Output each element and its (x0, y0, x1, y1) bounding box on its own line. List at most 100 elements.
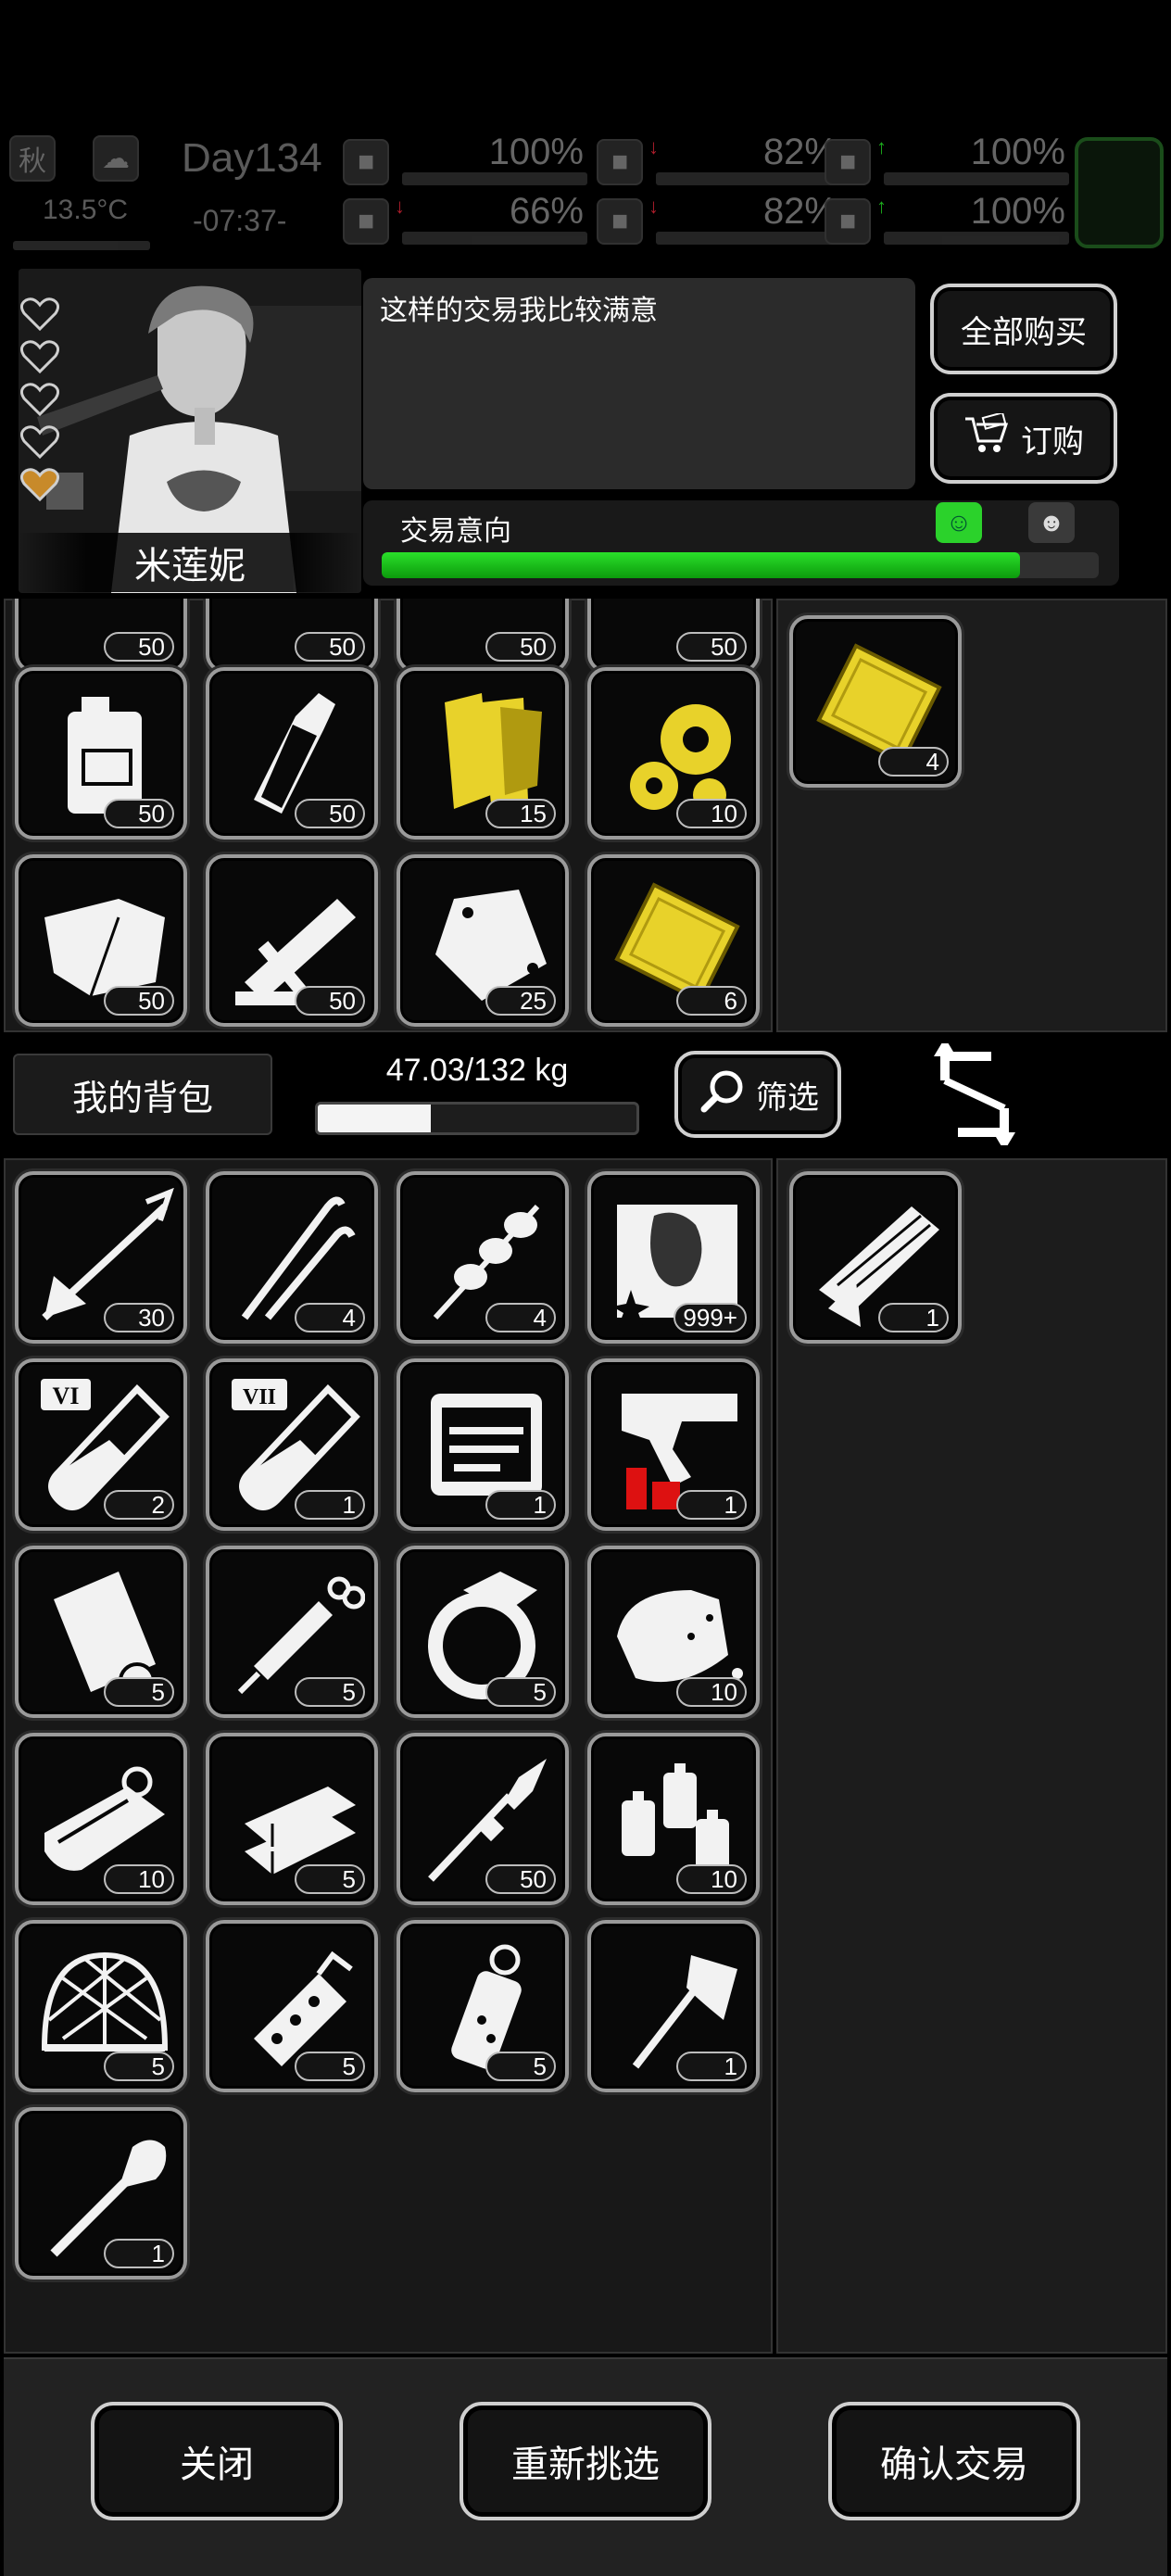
temperature-label: 13.5°C (43, 195, 129, 225)
item-slot[interactable]: 1 (789, 1171, 962, 1344)
item-count: 5 (295, 2052, 365, 2081)
time-label: -07:37- (193, 204, 287, 237)
heart-icon (19, 295, 61, 334)
svg-text:VII: VII (243, 1385, 276, 1409)
filter-button[interactable]: 筛选 (674, 1051, 841, 1138)
item-slot[interactable]: 50 (15, 599, 187, 643)
item-count: 50 (104, 986, 174, 1016)
item-slot[interactable]: 6 (587, 854, 760, 1027)
stat-bar (656, 172, 841, 185)
item-slot[interactable]: 5 (206, 1920, 378, 2092)
confirm-trade-button[interactable]: 确认交易 (828, 2402, 1080, 2520)
item-count: 10 (676, 1677, 747, 1707)
item-slot[interactable]: 10 (587, 667, 760, 840)
item-slot[interactable]: 1 (587, 1358, 760, 1531)
trade-intent-bar (382, 552, 1099, 578)
weight-label: 47.03/132 kg (385, 1053, 569, 1088)
boot-icon: ■ (343, 198, 389, 245)
item-slot[interactable]: 4 (789, 615, 962, 788)
item-slot[interactable]: 5 (397, 1920, 569, 2092)
item-slot[interactable]: 10 (15, 1733, 187, 1905)
item-slot[interactable]: 4 (397, 1171, 569, 1344)
temperature-bar (13, 241, 150, 250)
medkit-icon: ■ (343, 139, 389, 185)
item-slot-partial[interactable]: 50 (15, 599, 187, 643)
item-count: 4 (295, 1303, 365, 1332)
item-slot[interactable]: 4 (206, 1171, 378, 1344)
stat-trend-arrow: ↓ (648, 195, 659, 218)
item-slot[interactable]: VI 2 (15, 1358, 187, 1531)
stat-percent: 100% (970, 191, 1065, 232)
close-label: 关闭 (180, 2444, 254, 2485)
item-slot[interactable]: 1 (587, 1920, 760, 2092)
item-slot[interactable]: 5 (206, 1733, 378, 1905)
order-button[interactable]: 订购 (930, 393, 1117, 484)
stomach-icon: ■ (597, 139, 643, 185)
item-slot[interactable]: VII 1 (206, 1358, 378, 1531)
item-slot[interactable]: 5 (15, 1920, 187, 2092)
stat-percent: 100% (970, 132, 1065, 172)
my-bag-tab[interactable]: 我的背包 (13, 1054, 272, 1135)
merchant-dialog: 这样的交易我比较满意 (363, 278, 915, 489)
item-count: 50 (676, 632, 747, 643)
item-slot[interactable]: 50 (15, 667, 187, 840)
swap-icon[interactable] (926, 1038, 1023, 1151)
item-slot[interactable]: 50 (206, 667, 378, 840)
order-label: 订购 (1021, 423, 1084, 460)
item-slot[interactable]: 50 (206, 854, 378, 1027)
day-label: Day134 (182, 135, 322, 181)
item-slot[interactable]: 10 (587, 1546, 760, 1718)
item-slot[interactable]: 5 (15, 1546, 187, 1718)
item-count: 1 (295, 1490, 365, 1520)
item-slot[interactable]: 50 (587, 599, 760, 643)
item-count: 1 (676, 1490, 747, 1520)
heart-icon (19, 380, 61, 419)
item-count: 1 (485, 1490, 556, 1520)
item-slot[interactable]: 999+ (587, 1171, 760, 1344)
merchant-name-plate: 米莲妮 (19, 533, 361, 592)
item-count: 4 (485, 1303, 556, 1332)
item-count: 50 (104, 632, 174, 643)
item-slot[interactable]: 50 (397, 1733, 569, 1905)
item-slot-partial[interactable]: 50 (206, 599, 378, 643)
stat-percent: 100% (488, 132, 584, 172)
item-count: 4 (878, 747, 949, 777)
item-count: 5 (104, 2052, 174, 2081)
status-bar: 秋 ☁ 13.5°C Day134 -07:37- ■ 100% ■ 82% ↓ ■ 100… (0, 130, 1171, 259)
stat-percent: 66% (509, 191, 584, 232)
stat-trend-arrow: ↑ (876, 195, 887, 218)
close-button[interactable]: 关闭 (91, 2402, 343, 2520)
reselect-button[interactable]: 重新挑选 (460, 2402, 711, 2520)
item-slot-partial[interactable]: 50 (397, 599, 569, 643)
item-slot[interactable]: 50 (397, 599, 569, 643)
item-count: 5 (104, 1677, 174, 1707)
season-badge: 秋 (9, 135, 56, 182)
item-slot-partial[interactable]: 50 (587, 599, 760, 643)
item-count: 50 (485, 1864, 556, 1894)
affection-hearts (19, 295, 65, 508)
heart-icon (19, 337, 61, 376)
stat-percent: 82% (762, 132, 837, 172)
item-slot[interactable]: 25 (397, 854, 569, 1027)
status-portrait-frame (1075, 137, 1164, 248)
item-slot[interactable]: 15 (397, 667, 569, 840)
buy-all-button[interactable]: 全部购买 (930, 284, 1117, 374)
item-count: 6 (676, 986, 747, 1016)
stat-bar (884, 172, 1069, 185)
item-count: 10 (104, 1864, 174, 1894)
item-slot[interactable]: 50 (206, 599, 378, 643)
item-slot[interactable]: 5 (397, 1546, 569, 1718)
item-slot[interactable]: 50 (15, 854, 187, 1027)
item-count: 10 (676, 1864, 747, 1894)
item-slot[interactable]: 1 (397, 1358, 569, 1531)
item-count: 50 (104, 799, 174, 828)
item-slot[interactable]: 5 (206, 1546, 378, 1718)
item-slot[interactable]: 10 (587, 1733, 760, 1905)
item-count: 50 (485, 632, 556, 643)
filter-label: 筛选 (756, 1080, 819, 1116)
heart-icon (19, 423, 61, 461)
item-slot[interactable]: 30 (15, 1171, 187, 1344)
dialog-text: 这样的交易我比较满意 (380, 296, 658, 326)
item-slot[interactable]: 1 (15, 2107, 187, 2279)
weather-cloud-icon: ☁ (93, 135, 139, 182)
